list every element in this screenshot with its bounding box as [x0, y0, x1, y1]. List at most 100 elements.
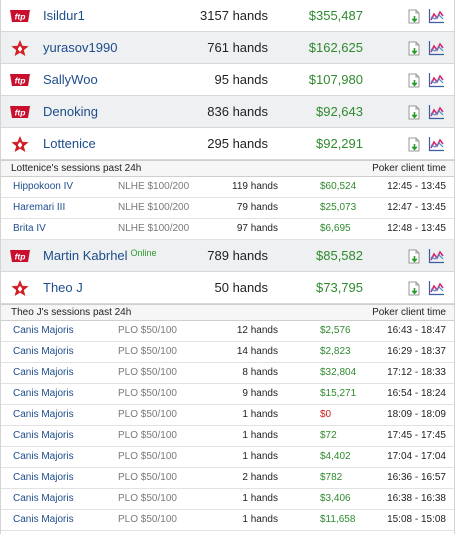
player-hands: 95 hands	[214, 72, 269, 87]
profit-graph-icon[interactable]	[428, 72, 445, 88]
sessions-header: Lottenice's sessions past 24h Poker clie…	[1, 160, 454, 177]
player-row[interactable]: ftp Isildur1 3157 hands $355,487	[1, 0, 454, 32]
session-row: Canis Majoris PLO $50/100 8 hands $32,80…	[1, 363, 454, 384]
session-time: 17:45 - 17:45	[387, 430, 446, 441]
session-hands: 12 hands	[236, 325, 278, 336]
session-hands: 1 hands	[242, 451, 278, 462]
table-name-link[interactable]: Hippokoon IV	[13, 181, 73, 192]
session-time: 16:38 - 16:38	[387, 493, 446, 504]
profit-graph-icon[interactable]	[428, 136, 445, 152]
download-hand-history-icon[interactable]	[408, 41, 421, 56]
pokerstars-logo-icon	[9, 39, 31, 57]
table-name-link[interactable]: Canis Majoris	[13, 409, 74, 420]
session-time: 16:36 - 16:57	[387, 472, 446, 483]
player-hands: 761 hands	[207, 40, 268, 55]
session-hands: 9 hands	[242, 388, 278, 399]
session-hands: 97 hands	[236, 223, 278, 234]
table-name-link[interactable]: Brita IV	[13, 223, 46, 234]
profit-graph-icon[interactable]	[428, 8, 445, 24]
player-profit: $162,625	[308, 40, 363, 55]
pokerstars-logo-icon	[9, 279, 31, 297]
download-hand-history-icon[interactable]	[408, 105, 421, 120]
session-profit: $6,695	[320, 223, 351, 234]
session-time: 18:09 - 18:09	[387, 409, 446, 420]
table-name-link[interactable]: Canis Majoris	[13, 388, 74, 399]
download-hand-history-icon[interactable]	[408, 249, 421, 264]
client-time-label: Poker client time	[372, 307, 446, 318]
player-profit: $355,487	[308, 8, 363, 23]
session-time: 16:43 - 18:47	[387, 325, 446, 336]
player-row[interactable]: ftp Martin Kabrhel Online 789 hands $85,5…	[1, 240, 454, 272]
download-hand-history-icon[interactable]	[408, 73, 421, 88]
fulltilt-logo-icon: ftp	[9, 7, 31, 25]
game-stakes: PLO $50/100	[118, 451, 177, 462]
game-stakes: PLO $50/100	[118, 409, 177, 420]
download-hand-history-icon[interactable]	[408, 281, 421, 296]
table-name-link[interactable]: Canis Majoris	[13, 493, 74, 504]
player-name-link[interactable]: Theo J	[43, 280, 83, 295]
session-profit: $25,073	[320, 202, 357, 213]
download-hand-history-icon[interactable]	[408, 137, 421, 152]
profit-graph-icon[interactable]	[428, 248, 445, 264]
player-name[interactable]: Isildur1	[43, 8, 85, 23]
player-name-link[interactable]: Isildur1	[43, 8, 85, 23]
player-name-link[interactable]: Denoking	[43, 104, 98, 119]
download-hand-history-icon[interactable]	[408, 9, 421, 24]
session-hands: 14 hands	[236, 346, 278, 357]
table-name-link[interactable]: Canis Majoris	[13, 514, 74, 525]
game-stakes: PLO $50/100	[118, 430, 177, 441]
table-name-link[interactable]: Haremari III	[13, 202, 65, 213]
session-time: 12:48 - 13:45	[387, 223, 446, 234]
game-stakes: PLO $50/100	[118, 472, 177, 483]
player-row[interactable]: ftp SallyWoo 95 hands $107,980	[1, 64, 454, 96]
profit-graph-icon[interactable]	[428, 280, 445, 296]
player-name[interactable]: Theo J	[43, 280, 83, 295]
game-stakes: NLHE $100/200	[118, 181, 190, 192]
session-hands: 1 hands	[242, 514, 278, 525]
table-name-link[interactable]: Canis Majoris	[13, 451, 74, 462]
session-row: Canis Majoris PLO $50/100 2 hands $782 1…	[1, 468, 454, 489]
session-time: 15:08 - 15:08	[387, 514, 446, 525]
table-name-link[interactable]: Canis Majoris	[13, 325, 74, 336]
table-name-link[interactable]: Canis Majoris	[13, 472, 74, 483]
player-row[interactable]: Theo J 50 hands $73,795	[1, 272, 454, 304]
sessions-title: Lottenice's sessions past 24h	[11, 163, 142, 174]
player-name[interactable]: SallyWoo	[43, 72, 98, 87]
profit-graph-icon[interactable]	[428, 104, 445, 120]
svg-text:ftp: ftp	[15, 108, 26, 118]
session-hands: 8 hands	[242, 367, 278, 378]
player-profit: $73,795	[316, 280, 363, 295]
session-profit: $15,271	[320, 388, 357, 399]
player-name-link[interactable]: Martin Kabrhel Online	[43, 248, 157, 263]
player-name[interactable]: Martin Kabrhel	[43, 248, 128, 263]
session-profit: $782	[320, 472, 343, 483]
table-name-link[interactable]: Canis Majoris	[13, 367, 74, 378]
player-name-link[interactable]: Lottenice	[43, 136, 96, 151]
player-name[interactable]: yurasov1990	[43, 40, 117, 55]
session-row: Canis Majoris PLO $50/100 12 hands $2,57…	[1, 321, 454, 342]
player-name-link[interactable]: SallyWoo	[43, 72, 98, 87]
session-profit: $32,804	[320, 367, 357, 378]
player-name-link[interactable]: yurasov1990	[43, 40, 117, 55]
game-stakes: PLO $50/100	[118, 388, 177, 399]
game-stakes: PLO $50/100	[118, 514, 177, 525]
session-profit: $4,402	[320, 451, 351, 462]
session-hands: 1 hands	[242, 430, 278, 441]
player-row[interactable]: ftp Denoking 836 hands $92,643	[1, 96, 454, 128]
sessions-header: Theo J's sessions past 24h Poker client …	[1, 304, 454, 321]
player-row[interactable]: yurasov1990 761 hands $162,625	[1, 32, 454, 64]
player-name[interactable]: Denoking	[43, 104, 98, 119]
table-name-link[interactable]: Canis Majoris	[13, 346, 74, 357]
player-profit: $92,643	[316, 104, 363, 119]
session-profit: $3,406	[320, 493, 351, 504]
player-profit: $85,582	[316, 248, 363, 263]
session-row: Canis Majoris PLO $50/100 9 hands $15,27…	[1, 384, 454, 405]
player-row[interactable]: Lottenice 295 hands $92,291	[1, 128, 454, 160]
session-time: 17:04 - 17:04	[387, 451, 446, 462]
table-name-link[interactable]: Canis Majoris	[13, 430, 74, 441]
session-row: Canis Majoris PLO $50/100 1 hands $11,65…	[1, 510, 454, 531]
profit-graph-icon[interactable]	[428, 40, 445, 56]
game-stakes: NLHE $100/200	[118, 223, 190, 234]
player-name[interactable]: Lottenice	[43, 136, 96, 151]
session-profit: $72	[320, 430, 337, 441]
